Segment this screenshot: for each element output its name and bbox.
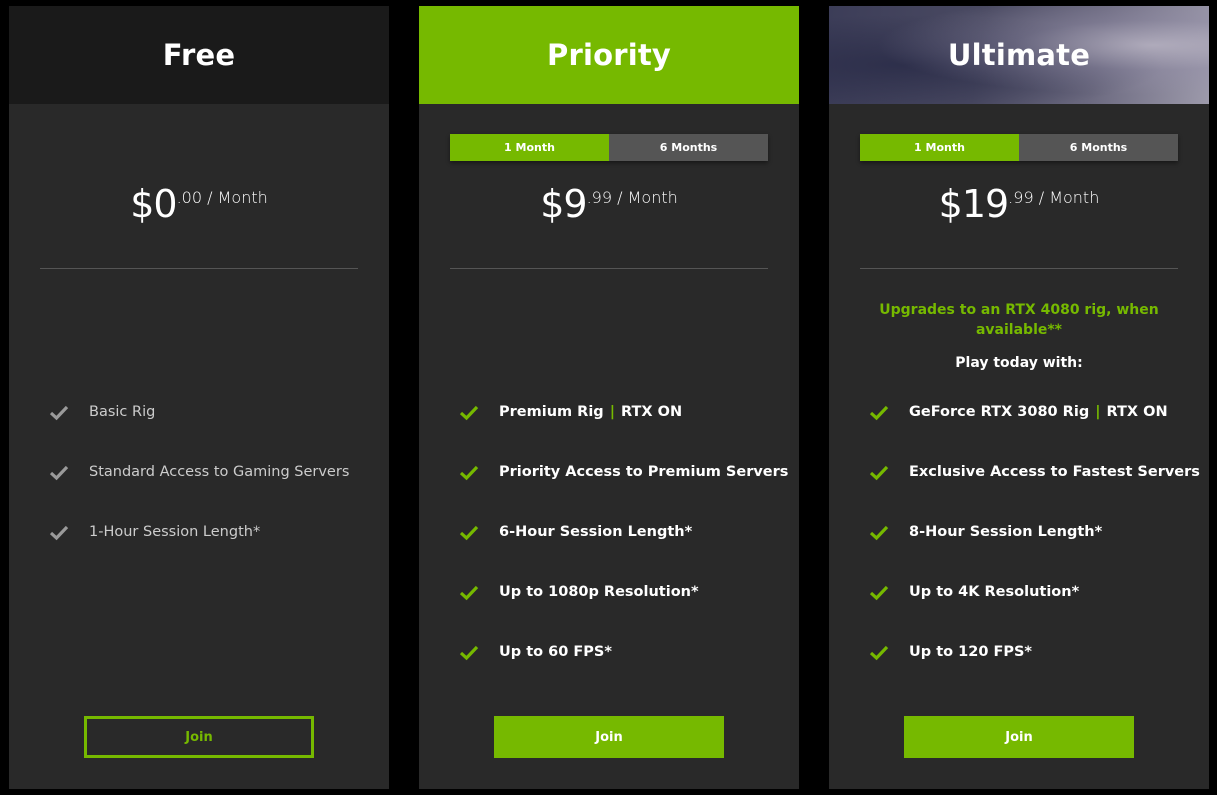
check-icon <box>49 465 69 481</box>
feature-item: 8-Hour Session Length* <box>869 524 1200 584</box>
price-cents: .99 <box>1008 188 1034 207</box>
plan-card-priority: Priority 1 Month 6 Months $9.99 / Month … <box>419 6 799 789</box>
feature-text: Up to 120 FPS* <box>909 644 1033 660</box>
billing-period-toggle: 1 Month 6 Months <box>860 134 1178 161</box>
plan-price: $0.00 / Month <box>9 182 389 226</box>
feature-text: 8-Hour Session Length* <box>909 524 1103 540</box>
toggle-6-months[interactable]: 6 Months <box>1019 134 1178 161</box>
feature-text: Up to 4K Resolution* <box>909 584 1080 600</box>
check-icon <box>459 465 479 481</box>
feature-item: 6-Hour Session Length* <box>459 524 788 584</box>
divider <box>40 268 358 269</box>
plan-card-ultimate: Ultimate 1 Month 6 Months $19.99 / Month… <box>829 6 1209 789</box>
feature-separator: | <box>609 404 615 420</box>
feature-text: Basic Rig <box>89 404 156 420</box>
check-icon <box>869 585 889 601</box>
feature-item: Priority Access to Premium Servers <box>459 464 788 524</box>
check-icon <box>459 405 479 421</box>
feature-item: Up to 4K Resolution* <box>869 584 1200 644</box>
feature-text: Up to 1080p Resolution* <box>499 584 699 600</box>
feature-suffix: RTX ON <box>1106 404 1168 420</box>
upgrade-note: Upgrades to an RTX 4080 rig, when availa… <box>879 302 1159 338</box>
check-icon <box>49 405 69 421</box>
price-cents: .99 <box>586 188 613 207</box>
billing-period-toggle: 1 Month 6 Months <box>450 134 768 161</box>
feature-list: Premium Rig | RTX ON Priority Access to Pr… <box>459 404 788 704</box>
plan-name: Priority <box>546 38 672 72</box>
check-icon <box>49 525 69 541</box>
price-period: / Month <box>612 188 678 207</box>
plan-header: Ultimate <box>829 6 1209 104</box>
join-button-priority[interactable]: Join <box>494 716 724 758</box>
feature-item: Premium Rig | RTX ON <box>459 404 788 464</box>
feature-list: GeForce RTX 3080 Rig | RTX ON Exclusive Ac… <box>869 404 1200 704</box>
play-today-label: Play today with: <box>955 355 1083 371</box>
check-icon <box>459 525 479 541</box>
check-icon <box>869 525 889 541</box>
feature-item: Up to 1080p Resolution* <box>459 584 788 644</box>
price-cents: .00 <box>176 188 203 207</box>
plan-header: Free <box>9 6 389 104</box>
join-button-ultimate[interactable]: Join <box>904 716 1134 758</box>
plan-name: Free <box>162 38 236 72</box>
feature-separator: | <box>1095 404 1101 420</box>
feature-item: Up to 120 FPS* <box>869 644 1200 704</box>
check-icon <box>869 405 889 421</box>
check-icon <box>869 645 889 661</box>
plan-header: Priority <box>419 6 799 104</box>
divider <box>860 268 1178 269</box>
feature-text: Up to 60 FPS* <box>499 644 612 660</box>
plan-price: $9.99 / Month <box>419 182 799 226</box>
plan-name: Ultimate <box>947 38 1091 72</box>
check-icon <box>459 645 479 661</box>
toggle-6-months[interactable]: 6 Months <box>609 134 768 161</box>
price-period: / Month <box>202 188 268 207</box>
feature-text: 6-Hour Session Length* <box>499 524 693 540</box>
feature-text: Priority Access to Premium Servers <box>499 464 789 480</box>
divider <box>450 268 768 269</box>
feature-item: Exclusive Access to Fastest Servers <box>869 464 1200 524</box>
plan-card-free: Free $0.00 / Month Basic Rig Standard Ac… <box>9 6 389 789</box>
check-icon <box>869 465 889 481</box>
price-dollars: $19 <box>938 182 1010 226</box>
feature-suffix: RTX ON <box>620 404 683 420</box>
plan-price: $19.99 / Month <box>829 182 1209 226</box>
feature-text: 1-Hour Session Length* <box>89 524 261 540</box>
check-icon <box>459 585 479 601</box>
toggle-1-month[interactable]: 1 Month <box>860 134 1019 161</box>
feature-list: Basic Rig Standard Access to Gaming Serv… <box>49 404 349 584</box>
feature-item: 1-Hour Session Length* <box>49 524 349 584</box>
feature-item: Standard Access to Gaming Servers <box>49 464 349 524</box>
price-period: / Month <box>1033 188 1100 207</box>
feature-text: GeForce RTX 3080 Rig <box>909 404 1090 420</box>
feature-text: Standard Access to Gaming Servers <box>89 464 350 480</box>
feature-item: Up to 60 FPS* <box>459 644 788 704</box>
join-button-free[interactable]: Join <box>84 716 314 758</box>
feature-text: Exclusive Access to Fastest Servers <box>909 464 1200 480</box>
price-dollars: $0 <box>130 182 177 226</box>
feature-item: Basic Rig <box>49 404 349 464</box>
feature-item: GeForce RTX 3080 Rig | RTX ON <box>869 404 1200 464</box>
price-dollars: $9 <box>540 182 587 226</box>
toggle-1-month[interactable]: 1 Month <box>450 134 609 161</box>
feature-text: Premium Rig <box>499 404 604 420</box>
